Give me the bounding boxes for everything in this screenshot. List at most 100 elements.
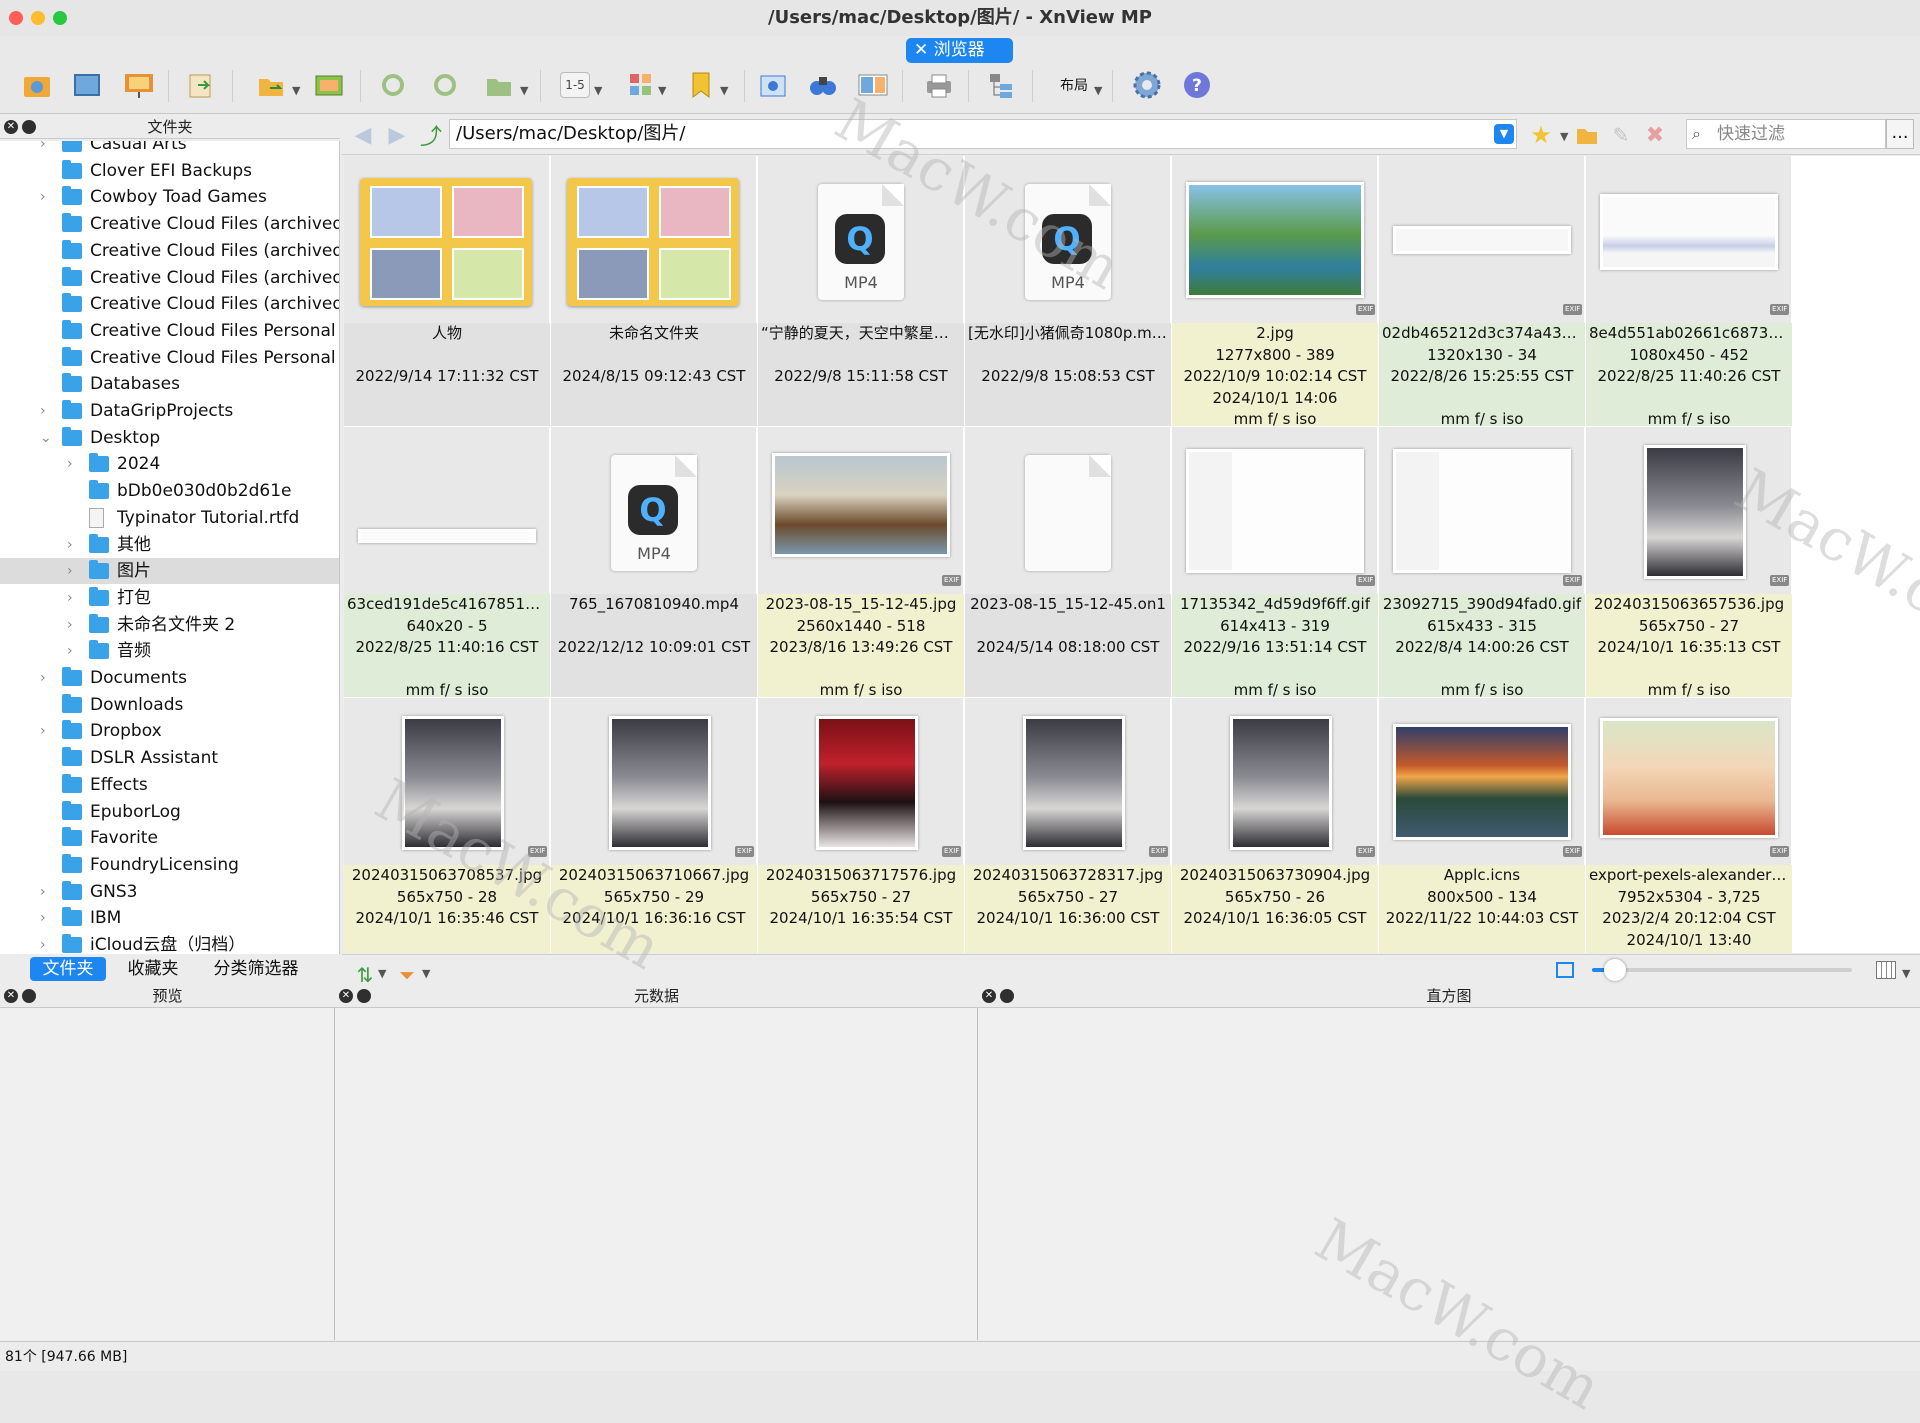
thumbnail-item[interactable]: 人物 2022/9/14 17:11:32 CST [344, 156, 550, 426]
close-panel-icon[interactable]: ✕ [982, 989, 996, 1003]
thumbnail-item[interactable]: EXIF 20240315063730904.jpg 565x750 - 26 202… [1172, 698, 1378, 953]
chevron-down-icon[interactable]: ▼ [720, 84, 728, 97]
tree-item[interactable]: › 打包 [0, 585, 339, 611]
compare-icon[interactable] [856, 68, 890, 102]
chevron-right-icon[interactable]: › [40, 665, 52, 691]
close-window-button[interactable] [9, 11, 23, 25]
back-arrow-icon[interactable]: ◀ [346, 118, 380, 152]
tree-item[interactable]: › GNS3 [0, 879, 339, 905]
thumbnail-item[interactable]: EXIF 17135342_4d59d9f6ff.gif 614x413 - 319… [1172, 427, 1378, 699]
fullscreen-icon[interactable] [70, 68, 104, 102]
thumbnail-size-slider[interactable] [1592, 968, 1852, 972]
tree-item[interactable]: Creative Cloud Files (archived) [0, 265, 339, 291]
print-icon[interactable] [922, 68, 956, 102]
delete-icon[interactable]: ✖ [1638, 118, 1672, 152]
tree-item[interactable]: › 音频 [0, 638, 339, 664]
chevron-right-icon[interactable]: › [67, 532, 79, 558]
transform-icon[interactable] [482, 68, 516, 102]
folder-tree-icon[interactable] [984, 68, 1018, 102]
path-history-dropdown-icon[interactable]: ▼ [1494, 124, 1514, 144]
thumbnail-item[interactable]: EXIF Applc.icns 800x500 - 134 2022/11/22 10… [1379, 698, 1585, 953]
forward-arrow-icon[interactable]: ▶ [380, 118, 414, 152]
chevron-right-icon[interactable]: › [67, 451, 79, 477]
chevron-right-icon[interactable]: › [67, 638, 79, 664]
tree-item[interactable]: › Documents [0, 665, 339, 691]
new-folder-icon[interactable] [1570, 118, 1604, 152]
thumbnail-item[interactable]: Q MP4 [无水印]小猪佩奇1080p.mp4 2022/9/8 15:08:53 … [965, 156, 1171, 426]
thumbnail-item[interactable]: EXIF 20240315063657536.jpg 565x750 - 27 202… [1586, 427, 1792, 699]
image-editor-icon[interactable] [312, 68, 346, 102]
tree-item[interactable]: FoundryLicensing [0, 852, 339, 878]
chevron-right-icon[interactable]: › [40, 141, 52, 157]
chevron-right-icon[interactable]: › [40, 905, 52, 931]
acquire-icon[interactable] [20, 68, 54, 102]
rename-icon[interactable]: ✎ [1604, 118, 1638, 152]
thumbnail-item[interactable]: EXIF 2023-08-15_15-12-45.jpg 2560x1440 - 5… [758, 427, 964, 699]
float-panel-icon[interactable] [357, 989, 371, 1003]
parent-folder-icon[interactable]: ⤴ [414, 118, 448, 152]
tree-item[interactable]: › IBM [0, 905, 339, 931]
thumbnail-item[interactable]: EXIF 8e4d551ab02661c687333... 1080x450 - 4… [1586, 156, 1792, 428]
chevron-down-icon[interactable]: ▼ [594, 84, 602, 97]
chevron-down-icon[interactable]: ▼ [1094, 84, 1102, 97]
thumbnail-size-slider-knob[interactable] [1604, 959, 1626, 981]
thumbnail-item[interactable]: EXIF 20240315063717576.jpg 565x750 - 27 202… [758, 698, 964, 953]
path-input[interactable]: /Users/mac/Desktop/图片/ [449, 119, 1517, 149]
layout-button[interactable]: 布局 [1054, 68, 1094, 102]
chevron-right-icon[interactable]: › [40, 879, 52, 905]
tree-item[interactable]: Creative Cloud Files (archived) [0, 211, 339, 237]
thumbnail-item[interactable]: EXIF 20240315063728317.jpg 565x750 - 27 202… [965, 698, 1171, 953]
chevron-right-icon[interactable]: › [40, 718, 52, 744]
chevron-down-icon[interactable]: ▼ [520, 84, 528, 97]
tree-item[interactable]: Effects [0, 772, 339, 798]
thumbnail-item[interactable]: EXIF export-pexels-alexander dum... 7952x5… [1586, 698, 1792, 953]
page-range-button[interactable]: 1-5 [560, 72, 590, 98]
chevron-down-icon[interactable]: ▼ [1902, 967, 1910, 980]
tree-item[interactable]: Creative Cloud Files Personal Ac [0, 345, 339, 371]
zoom-window-button[interactable] [53, 11, 67, 25]
chevron-down-icon[interactable]: ▼ [292, 84, 300, 97]
tree-item[interactable]: › Casual Arts [0, 141, 339, 157]
chevron-down-icon[interactable]: ▼ [378, 967, 386, 980]
thumbnail-item[interactable]: 2023-08-15_15-12-45.on1 2024/5/14 08:18:0… [965, 427, 1171, 697]
bookmark-icon[interactable] [684, 68, 718, 102]
chevron-down-icon[interactable]: ▼ [422, 967, 430, 980]
tree-item[interactable]: › DataGripProjects [0, 398, 339, 424]
slideshow-icon[interactable] [122, 68, 156, 102]
tree-item[interactable]: EpuborLog [0, 799, 339, 825]
tree-item[interactable]: › 未命名文件夹 2 [0, 612, 339, 638]
chevron-right-icon[interactable]: › [40, 184, 52, 210]
quick-filter-input[interactable]: 快速过滤 [1686, 119, 1886, 149]
chevron-down-icon[interactable]: ▼ [658, 84, 666, 97]
thumbnail-item[interactable]: EXIF 20240315063708537.jpg 565x750 - 28 202… [344, 698, 550, 953]
thumbnail-item[interactable]: EXIF 2.jpg 1277x800 - 389 2022/10/9 10:02:1… [1172, 156, 1378, 428]
tree-item[interactable]: ⌄ Desktop [0, 425, 339, 451]
capture-icon[interactable] [756, 68, 790, 102]
thumbnail-item[interactable]: 63ced191de5c416785113... 640x20 - 5 2022/8… [344, 427, 550, 699]
move-to-folder-icon[interactable] [254, 68, 288, 102]
filter-options-button[interactable]: … [1886, 119, 1914, 149]
tree-item[interactable]: › iCloud云盘（归档） [0, 932, 339, 954]
float-panel-icon[interactable] [1000, 989, 1014, 1003]
settings-gear-icon[interactable] [1130, 68, 1164, 102]
tree-item[interactable]: Typinator Tutorial.rtfd [0, 505, 339, 531]
float-panel-icon[interactable] [22, 989, 36, 1003]
close-panel-icon[interactable]: ✕ [339, 989, 353, 1003]
minimize-window-button[interactable] [31, 11, 45, 25]
tree-item[interactable]: bDb0e030d0b2d61e [0, 478, 339, 504]
tab-folders[interactable]: 文件夹 [30, 957, 106, 981]
tree-item[interactable]: › Cowboy Toad Games [0, 184, 339, 210]
thumbnail-item[interactable]: EXIF 20240315063710667.jpg 565x750 - 29 202… [551, 698, 757, 953]
close-panel-icon[interactable]: ✕ [4, 989, 18, 1003]
chevron-down-icon[interactable]: ⌄ [40, 425, 52, 451]
rotate-left-icon[interactable] [376, 68, 410, 102]
chevron-right-icon[interactable]: › [40, 932, 52, 954]
help-icon[interactable]: ? [1180, 68, 1214, 102]
tree-item[interactable]: › 其他 [0, 532, 339, 558]
thumbnail-size-icon[interactable] [1556, 962, 1574, 978]
close-panel-icon[interactable]: ✕ [4, 120, 18, 134]
tree-item[interactable]: Creative Cloud Files Personal Ac [0, 318, 339, 344]
thumbnail-view-icon[interactable] [624, 68, 658, 102]
tree-item[interactable]: Downloads [0, 692, 339, 718]
view-mode-icon[interactable] [1876, 961, 1896, 979]
